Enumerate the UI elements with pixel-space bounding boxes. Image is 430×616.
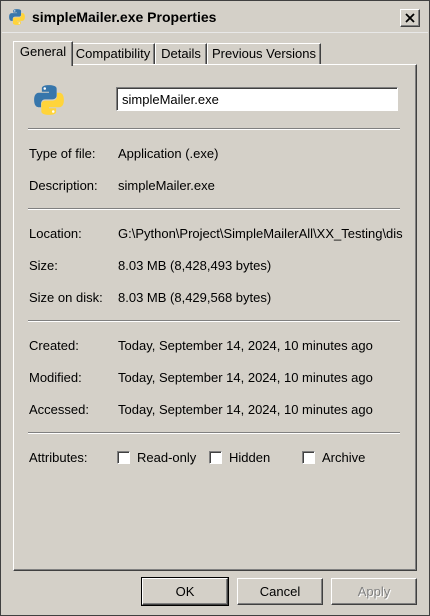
hidden-label[interactable]: Hidden xyxy=(229,450,270,465)
window-title: simpleMailer.exe Properties xyxy=(32,9,217,25)
checkbox-box[interactable] xyxy=(117,450,130,464)
python-icon xyxy=(34,85,64,115)
type-value: Application (.exe) xyxy=(118,146,219,161)
hidden-checkbox[interactable]: Hidden xyxy=(209,449,270,465)
python-icon xyxy=(9,9,25,25)
location-value[interactable]: G:\Python\Project\SimpleMailerAll\XX_Tes… xyxy=(118,226,403,241)
checkbox-box[interactable] xyxy=(209,450,222,464)
tab-general[interactable]: General xyxy=(13,41,73,66)
archive-checkbox[interactable]: Archive xyxy=(302,449,365,465)
modified-label: Modified: xyxy=(29,370,82,385)
close-button[interactable] xyxy=(400,9,420,27)
archive-label[interactable]: Archive xyxy=(322,450,365,465)
read-only-label[interactable]: Read-only xyxy=(137,450,196,465)
accessed-value: Today, September 14, 2024, 10 minutes ag… xyxy=(118,402,373,417)
title-bar[interactable]: simpleMailer.exe Properties xyxy=(2,2,428,33)
ok-button[interactable]: OK xyxy=(141,577,229,606)
created-value: Today, September 14, 2024, 10 minutes ag… xyxy=(118,338,373,353)
close-icon xyxy=(405,13,415,23)
read-only-checkbox[interactable]: Read-only xyxy=(117,449,196,465)
properties-window: simpleMailer.exe Properties General Comp… xyxy=(0,0,430,616)
size-label: Size: xyxy=(29,258,58,273)
separator xyxy=(28,432,400,434)
description-value: simpleMailer.exe xyxy=(118,178,215,193)
modified-value: Today, September 14, 2024, 10 minutes ag… xyxy=(118,370,373,385)
size-on-disk-value: 8.03 MB (8,429,568 bytes) xyxy=(118,290,272,305)
tab-compatibility[interactable]: Compatibility xyxy=(71,43,155,64)
description-label: Description: xyxy=(29,178,98,193)
separator xyxy=(28,128,400,130)
general-panel: Type of file: Application (.exe) Descrip… xyxy=(13,64,417,571)
size-value: 8.03 MB (8,428,493 bytes) xyxy=(118,258,272,273)
checkbox-box[interactable] xyxy=(302,450,315,464)
separator xyxy=(28,320,400,322)
type-label: Type of file: xyxy=(29,146,96,161)
separator xyxy=(28,208,400,210)
created-label: Created: xyxy=(29,338,79,353)
attributes-label: Attributes: xyxy=(29,450,88,465)
location-label: Location: xyxy=(29,226,82,241)
accessed-label: Accessed: xyxy=(29,402,89,417)
cancel-button[interactable]: Cancel xyxy=(237,578,323,605)
file-name-input[interactable] xyxy=(116,87,398,111)
tab-details[interactable]: Details xyxy=(155,43,207,64)
apply-button[interactable]: Apply xyxy=(331,578,417,605)
size-on-disk-label: Size on disk: xyxy=(29,290,103,305)
tab-previous-versions[interactable]: Previous Versions xyxy=(207,43,321,64)
